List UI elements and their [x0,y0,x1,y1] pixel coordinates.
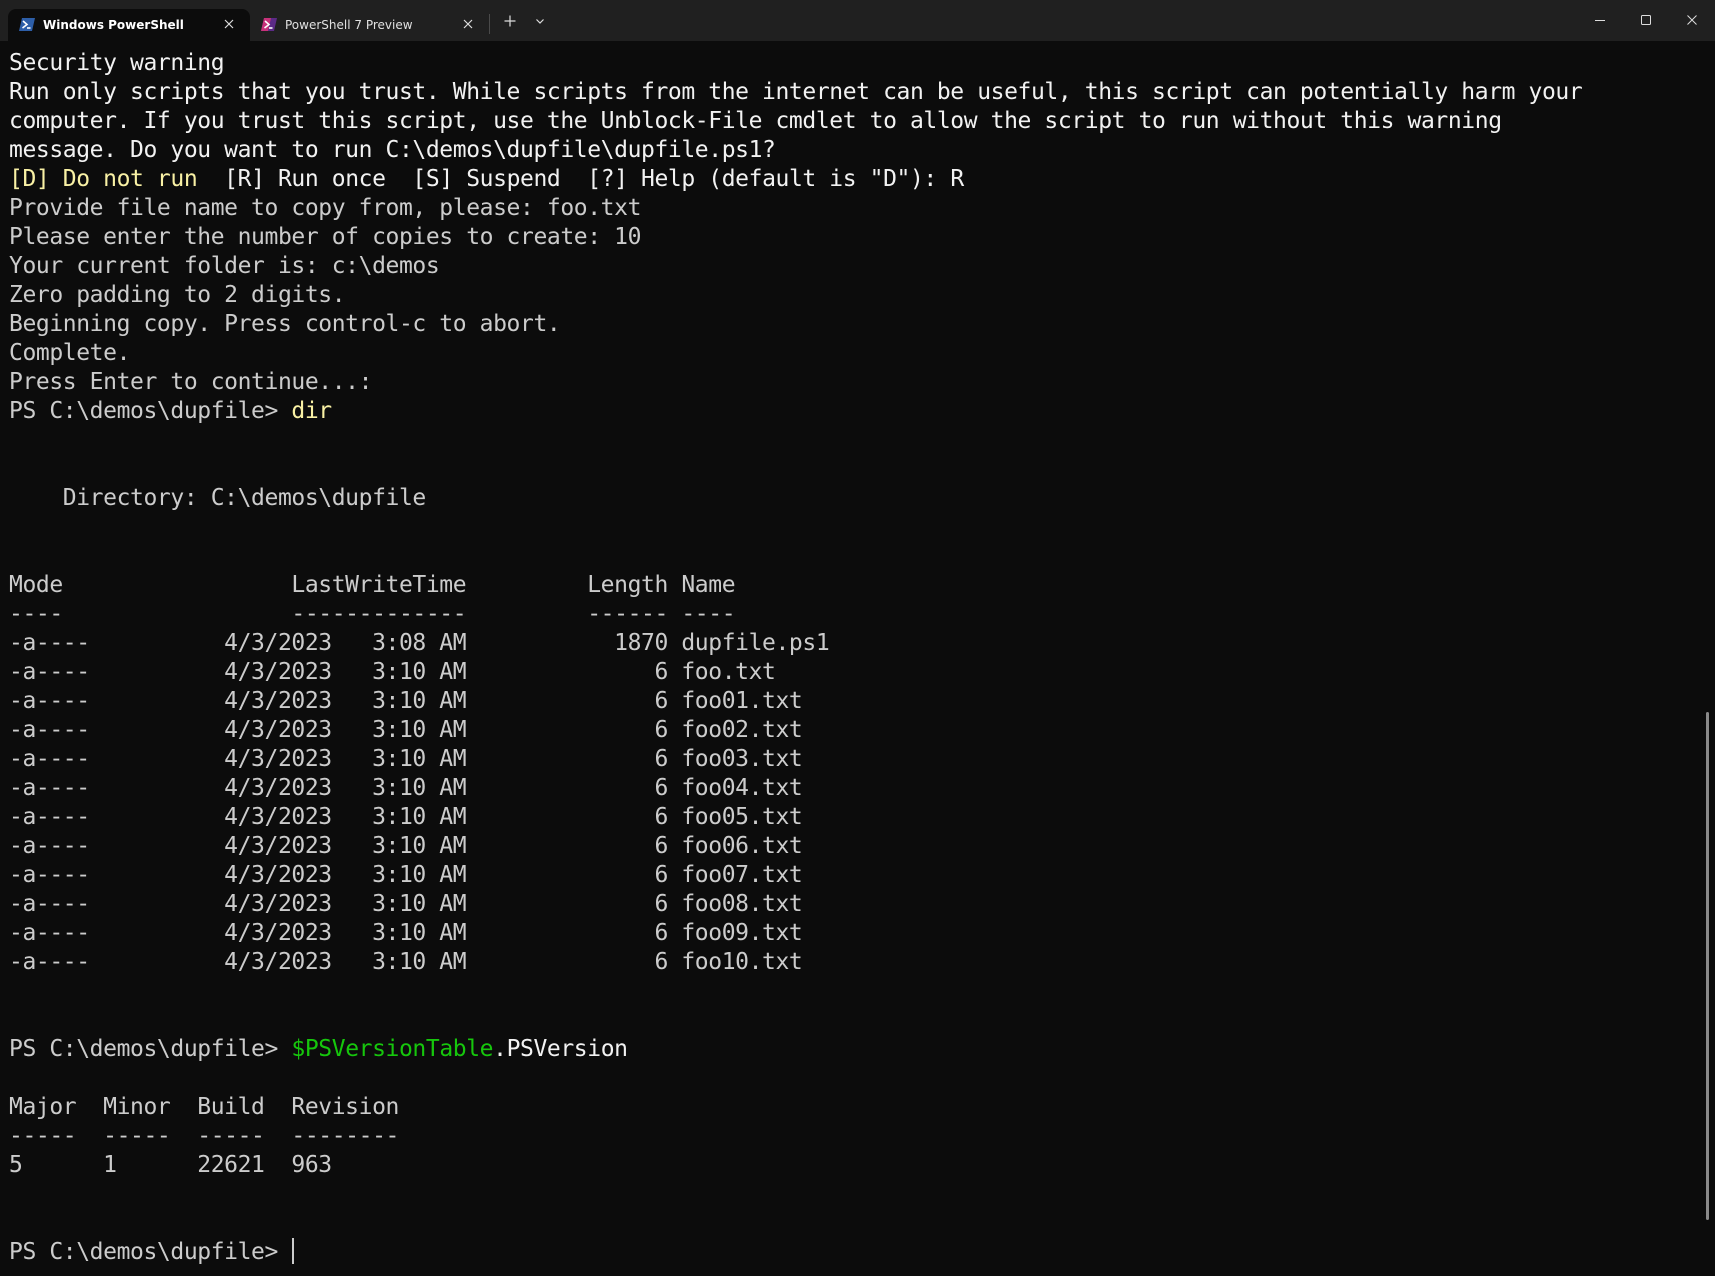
table-row: -a---- 4/3/2023 3:10 AM 6 foo01.txt [9,688,803,714]
table-row: -a---- 4/3/2023 3:10 AM 6 foo02.txt [9,717,803,743]
prompt: PS C:\demos\dupfile> [9,1239,292,1265]
tab-label: Windows PowerShell [43,18,184,32]
tab-divider [489,14,490,34]
command-line: PS C:\demos\dupfile> $PSVersionTable.PSV… [9,1035,1699,1064]
choice-help: [?] Help (default is "D"): R [560,166,964,192]
powershell-icon [19,18,35,31]
tab-powershell-7-preview[interactable]: PowerShell 7 Preview [250,9,488,41]
warning-line: message. Do you want to run C:\demos\dup… [9,137,776,163]
dir-table-header: Mode LastWriteTime Length Name [9,572,736,598]
tab-label: PowerShell 7 Preview [285,18,413,32]
terminal-output[interactable]: Security warning Run only scripts that y… [9,49,1699,1269]
minimize-icon[interactable] [1594,14,1606,26]
choice-options: [R] Run once [S] Suspend [224,166,561,192]
maximize-icon[interactable] [1640,14,1652,26]
table-row: -a---- 4/3/2023 3:10 AM 6 foo06.txt [9,833,803,859]
dir-table-underline: ---- ------------- ------ ---- [9,601,736,627]
output-line: Press Enter to continue...: [9,369,373,395]
variable-text: $PSVersionTable [291,1036,494,1062]
choice-default: [D] Do not run [9,166,198,192]
table-row: -a---- 4/3/2023 3:10 AM 6 foo10.txt [9,949,803,975]
command-line: PS C:\demos\dupfile> dir [9,397,1699,426]
command-text: dir [291,398,332,424]
terminal-window: Windows PowerShell PowerShell 7 Preview [0,0,1715,1276]
prompt: PS C:\demos\dupfile> [9,398,292,424]
table-row: 5 1 22621 963 [9,1152,332,1178]
plus-icon[interactable] [503,14,517,28]
security-warning-title: Security warning [9,50,225,76]
close-tab-icon[interactable] [222,17,236,31]
version-table-header: Major Minor Build Revision [9,1094,399,1120]
directory-line: Directory: C:\demos\dupfile [9,485,426,511]
tab-windows-powershell[interactable]: Windows PowerShell [8,9,250,41]
close-tab-icon[interactable] [461,17,475,31]
output-line: Provide file name to copy from, please: … [9,195,642,221]
output-line: Beginning copy. Press control-c to abort… [9,311,561,337]
close-icon[interactable] [1686,14,1698,26]
output-line: Complete. [9,340,131,366]
warning-line: Run only scripts that you trust. While s… [9,79,1583,105]
table-row: -a---- 4/3/2023 3:10 AM 6 foo08.txt [9,891,803,917]
title-bar: Windows PowerShell PowerShell 7 Preview [0,0,1715,41]
execution-choice-line: [D] Do not run [R] Run once [S] Suspend … [9,165,1699,194]
warning-line: computer. If you trust this script, use … [9,108,1502,134]
scrollbar[interactable] [1706,712,1709,1220]
powershell-preview-icon [261,18,277,31]
prompt: PS C:\demos\dupfile> [9,1036,292,1062]
output-line: Zero padding to 2 digits. [9,282,346,308]
property-text: .PSVersion [493,1036,628,1062]
table-row: -a---- 4/3/2023 3:10 AM 6 foo07.txt [9,862,803,888]
table-row: -a---- 4/3/2023 3:10 AM 6 foo03.txt [9,746,803,772]
table-row: -a---- 4/3/2023 3:10 AM 6 foo05.txt [9,804,803,830]
chevron-down-icon[interactable] [533,14,547,28]
output-line: Your current folder is: c:\demos [9,253,440,279]
table-row: -a---- 4/3/2023 3:08 AM 1870 dupfile.ps1 [9,630,830,656]
table-row: -a---- 4/3/2023 3:10 AM 6 foo.txt [9,659,776,685]
table-row: -a---- 4/3/2023 3:10 AM 6 foo09.txt [9,920,803,946]
choice-separator [197,166,224,192]
output-line: Please enter the number of copies to cre… [9,224,642,250]
table-row: -a---- 4/3/2023 3:10 AM 6 foo04.txt [9,775,803,801]
text-cursor [292,1238,295,1264]
version-table-underline: ----- ----- ----- -------- [9,1123,399,1149]
active-prompt-line[interactable]: PS C:\demos\dupfile> [9,1238,1699,1267]
